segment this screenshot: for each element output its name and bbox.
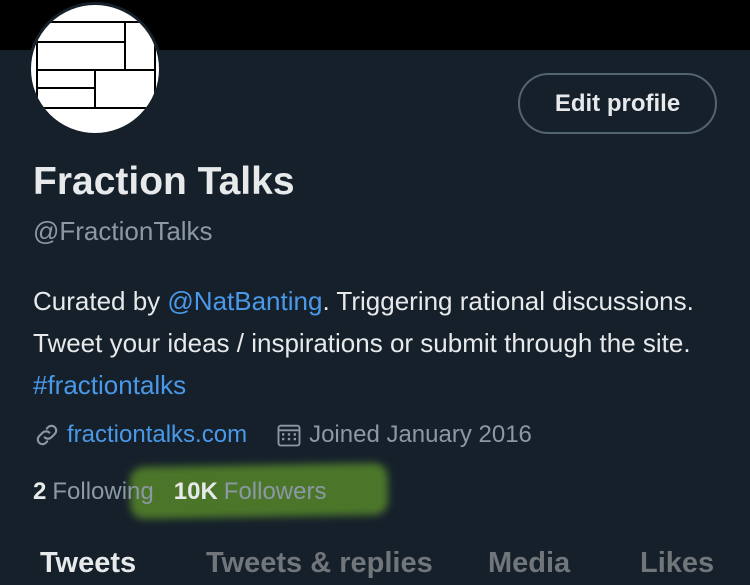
profile-handle: @FractionTalks: [33, 216, 213, 246]
tab-tweets-replies[interactable]: Tweets & replies: [206, 547, 433, 580]
profile-bio: Curated by @NatBanting. Triggering ratio…: [33, 280, 723, 406]
bio-mention-link[interactable]: @NatBanting: [167, 286, 322, 316]
bio-hashtag-link[interactable]: #fractiontalks: [33, 370, 186, 400]
avatar[interactable]: [28, 2, 162, 136]
calendar-icon: [275, 421, 303, 449]
tab-tweets[interactable]: Tweets: [40, 547, 136, 580]
profile-page: Edit profile Fraction Talks @FractionTal…: [0, 0, 750, 585]
profile-stats: 2 Following 10K Followers: [33, 474, 326, 510]
link-icon: [33, 421, 61, 449]
following-link[interactable]: 2 Following: [33, 478, 154, 506]
followers-count: 10K: [173, 478, 218, 505]
edit-profile-button[interactable]: Edit profile: [518, 73, 717, 134]
tab-likes[interactable]: Likes: [640, 547, 714, 580]
profile-tabs: Tweets Tweets & replies Media Likes: [0, 545, 750, 585]
avatar-fraction-grid: [36, 21, 156, 109]
bio-text: Curated by: [33, 286, 168, 316]
website-link[interactable]: fractiontalks.com: [67, 421, 247, 449]
following-label: Following: [52, 478, 154, 505]
followers-label: Followers: [223, 478, 327, 505]
profile-meta: fractiontalks.com Joined January 2016: [33, 417, 532, 453]
joined-date: Joined January 2016: [309, 421, 532, 448]
following-count: 2: [33, 478, 47, 505]
followers-link[interactable]: 10K Followers: [174, 478, 327, 506]
tab-media[interactable]: Media: [488, 547, 570, 580]
profile-name: Fraction Talks: [33, 160, 295, 203]
